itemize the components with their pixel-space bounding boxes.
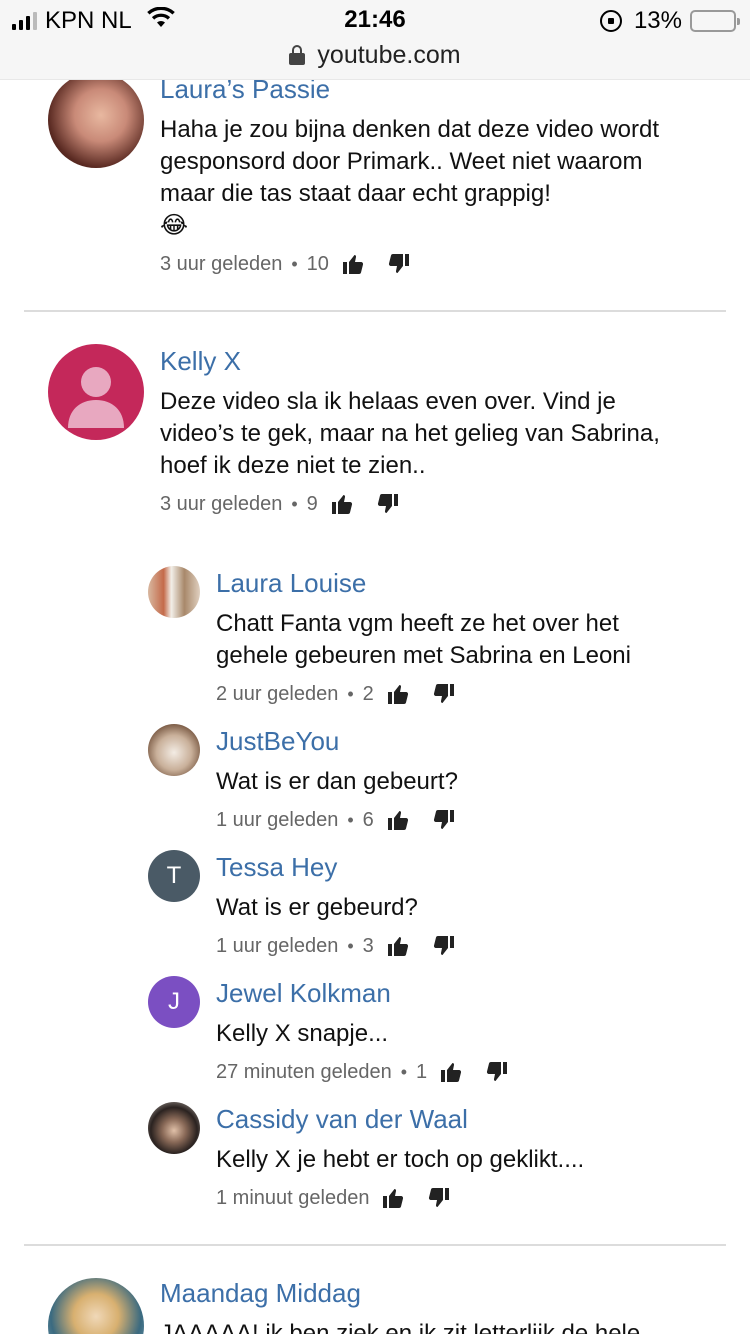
url-text[interactable]: youtube.com — [317, 41, 460, 70]
thumbs-up-icon[interactable] — [341, 252, 365, 276]
reply-time: 1 uur geleden — [216, 934, 339, 957]
thumbs-up-icon[interactable] — [381, 1186, 405, 1210]
thumbs-down-icon[interactable] — [432, 808, 456, 832]
status-bar: KPN NL 21:46 13% youtube.com — [0, 0, 750, 80]
comment-meta: 3 uur geleden • 10 — [160, 252, 411, 276]
thumbs-up-icon[interactable] — [386, 808, 410, 832]
thumbs-up-icon[interactable] — [330, 492, 354, 516]
separator-dot: • — [291, 493, 298, 514]
reply-meta: 2 uur geleden • 2 — [216, 682, 456, 706]
reply-text: Kelly X je hebt er toch op geklikt.... — [216, 1146, 585, 1173]
default-person-icon — [68, 367, 124, 428]
avatar[interactable] — [148, 724, 200, 776]
padlock-icon — [289, 45, 306, 65]
reply: J Jewel Kolkman Kelly X snapje... 27 min… — [0, 970, 750, 1090]
separator-dot: • — [400, 1061, 408, 1082]
comment-text: Deze video sla ik helaas even over. Vind… — [160, 388, 660, 479]
reply-meta: 27 minuten geleden • 1 — [216, 1060, 509, 1084]
reply: Cassidy van der Waal Kelly X je hebt er … — [0, 1096, 750, 1216]
reply: T Tessa Hey Wat is er gebeurd? 1 uur gel… — [0, 844, 750, 964]
thumbs-up-icon[interactable] — [386, 934, 410, 958]
avatar[interactable] — [48, 72, 144, 168]
comment-divider — [24, 310, 726, 312]
thumbs-down-icon[interactable] — [432, 682, 456, 706]
separator-dot: • — [347, 683, 354, 704]
like-count: 1 — [416, 1060, 428, 1083]
reply-time: 27 minuten geleden — [216, 1060, 392, 1083]
reply-text: Kelly X snapje... — [216, 1020, 389, 1047]
separator-dot: • — [347, 935, 354, 956]
avatar[interactable] — [48, 1278, 144, 1334]
thumbs-down-icon[interactable] — [485, 1060, 509, 1084]
comment-text: JAAAAA! ik ben ziek en ik zit letterlijk… — [160, 1320, 641, 1334]
reply-text: Chatt Fanta vgm heeft ze het over het ge… — [216, 610, 631, 669]
avatar-initial: T — [166, 862, 182, 889]
like-count: 2 — [362, 682, 374, 705]
thumbs-down-icon[interactable] — [432, 934, 456, 958]
separator-dot: • — [347, 809, 354, 830]
reply-time: 1 minuut geleden — [216, 1186, 370, 1209]
reply-time: 2 uur geleden — [216, 682, 339, 705]
reply-author[interactable]: Laura Louise — [216, 568, 366, 599]
comment-author[interactable]: Maandag Middag — [160, 1278, 361, 1309]
reply-meta: 1 minuut geleden — [216, 1186, 451, 1210]
comment-text: Haha je zou bijna denken dat deze video … — [160, 114, 700, 242]
reply-text: Wat is er dan gebeurt? — [216, 768, 458, 795]
avatar[interactable]: J — [148, 976, 200, 1028]
thumbs-up-icon[interactable] — [439, 1060, 463, 1084]
rotation-lock-icon — [599, 10, 622, 32]
thumbs-up-icon[interactable] — [386, 682, 410, 706]
like-count: 3 — [362, 934, 374, 957]
battery-percent: 13% — [633, 7, 682, 34]
thumbs-down-icon[interactable] — [387, 252, 411, 276]
reply-author[interactable]: Jewel Kolkman — [216, 978, 391, 1009]
like-count: 9 — [306, 492, 318, 515]
like-count: 6 — [362, 808, 374, 831]
reply: JustBeYou Wat is er dan gebeurt? 1 uur g… — [0, 718, 750, 838]
reply: Laura Louise Chatt Fanta vgm heeft ze he… — [0, 560, 750, 710]
reply-text: Wat is er gebeurd? — [216, 894, 418, 921]
laughing-emoji: 😂 — [160, 212, 189, 239]
comment-meta: 3 uur geleden • 9 — [160, 492, 400, 516]
avatar[interactable]: T — [148, 850, 200, 902]
comment-time: 3 uur geleden — [160, 492, 283, 515]
battery-area: 13% — [599, 6, 740, 36]
comment: Maandag Middag JAAAAA! ik ben ziek en ik… — [0, 1264, 750, 1334]
thumbs-down-icon[interactable] — [427, 1186, 451, 1210]
avatar[interactable] — [148, 1102, 200, 1154]
like-count: 10 — [306, 252, 329, 275]
separator-dot: • — [291, 253, 298, 274]
reply-author[interactable]: Tessa Hey — [216, 852, 337, 883]
thumbs-down-icon[interactable] — [376, 492, 400, 516]
reply-meta: 1 uur geleden • 3 — [216, 934, 456, 958]
comment-author[interactable]: Kelly X — [160, 346, 241, 377]
avatar-initial: J — [168, 988, 180, 1015]
battery-icon — [690, 10, 740, 32]
avatar[interactable] — [148, 566, 200, 618]
reply-author[interactable]: Cassidy van der Waal — [216, 1104, 468, 1135]
reply-time: 1 uur geleden — [216, 808, 339, 831]
comment: Kelly X Deze video sla ik helaas even ov… — [0, 330, 750, 530]
reply-author[interactable]: JustBeYou — [216, 726, 339, 757]
comment-text-body: Haha je zou bijna denken dat deze video … — [160, 116, 660, 207]
avatar[interactable] — [48, 344, 144, 440]
address-bar[interactable]: youtube.com — [0, 38, 750, 72]
reply-meta: 1 uur geleden • 6 — [216, 808, 456, 832]
comment-time: 3 uur geleden — [160, 252, 283, 275]
comment-divider — [24, 1244, 726, 1246]
